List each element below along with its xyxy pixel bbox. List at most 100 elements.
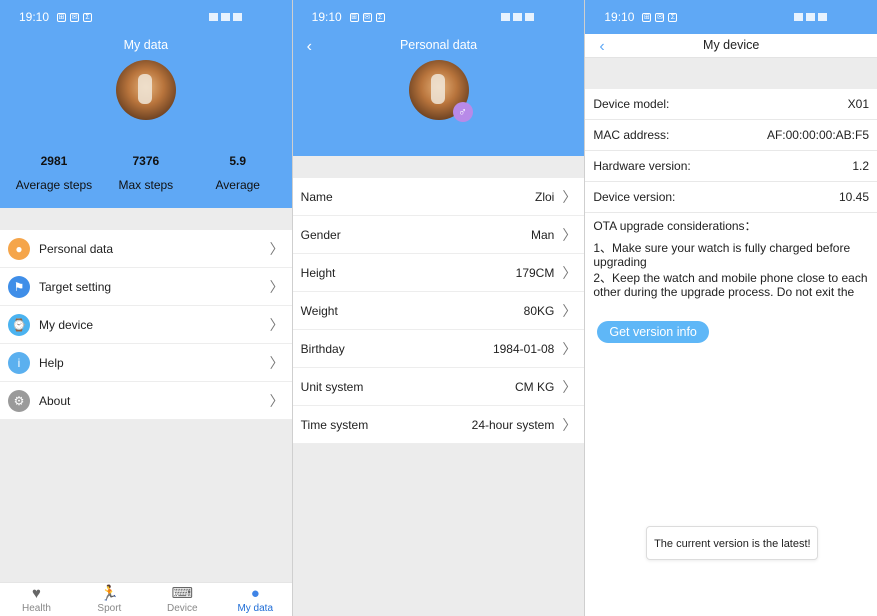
row-label: Device version:	[593, 190, 676, 204]
back-arrow-icon[interactable]: ‹	[307, 38, 312, 56]
row-device-model: Device model: X01	[585, 89, 877, 120]
stats-row: 2981 Average steps 7376 Max steps 5.9 Av…	[0, 154, 292, 192]
row-value: 24-hour system	[471, 417, 555, 432]
row-birthday[interactable]: Birthday 1984-01-08 〉	[292, 330, 585, 368]
menu-item-label: About	[39, 393, 71, 408]
male-gender-icon: ♂	[452, 102, 473, 122]
mail-icon: ✉	[655, 12, 665, 22]
row-label: Birthday	[300, 341, 345, 356]
stat-label: Average steps	[15, 178, 93, 192]
my-data-screen: 19:10 ⊞ ✉ Σ My data 2981 Average steps 737…	[0, 0, 292, 616]
person-icon: ●	[8, 237, 30, 260]
stat-average: 5.9 Average	[192, 154, 284, 192]
signal-icon	[220, 13, 230, 21]
nav-my-data[interactable]: ● My data	[219, 583, 292, 616]
row-value: CM KG	[515, 379, 555, 394]
avatar[interactable]	[115, 60, 176, 120]
nav-device[interactable]: ⌨ Device	[146, 583, 219, 616]
sigma-icon: Σ	[668, 12, 678, 22]
stat-value: 2981	[40, 154, 68, 168]
watch-icon: ⌚	[8, 313, 30, 336]
page-title: Personal data	[399, 38, 478, 52]
nav-health[interactable]: ♥ Health	[0, 583, 73, 616]
menu-item-label: Target setting	[39, 279, 112, 294]
runner-icon: 🏃	[100, 585, 119, 602]
chevron-right-icon: 〉	[562, 188, 577, 205]
chevron-right-icon: 〉	[562, 226, 577, 243]
battery-icon	[818, 13, 828, 21]
row-value: Man	[531, 227, 555, 242]
row-hardware-version: Hardware version: 1.2	[585, 151, 877, 182]
status-time: 19:10	[311, 10, 342, 24]
menu-item-help[interactable]: i Help 〉	[0, 344, 292, 382]
chevron-right-icon: 〉	[269, 278, 284, 295]
flag-icon: ⚑	[8, 275, 30, 298]
wifi-icon	[501, 13, 511, 21]
menu-item-label: My device	[39, 317, 94, 332]
notification-icons: ⊞ ✉ Σ	[642, 12, 678, 22]
battery-icon	[525, 13, 535, 21]
device-icon: ⌨	[171, 585, 194, 602]
sigma-icon: Σ	[375, 12, 385, 22]
row-label: Height	[300, 265, 336, 280]
stat-label: Average	[215, 178, 260, 192]
nav-sport[interactable]: 🏃 Sport	[73, 583, 146, 616]
get-version-info-button[interactable]: Get version info	[597, 321, 709, 343]
stat-label: Max steps	[118, 178, 174, 192]
chevron-right-icon: 〉	[562, 378, 577, 395]
signal-battery-icons	[501, 13, 535, 21]
ota-notes: OTA upgrade considerations： 1、Make sure …	[585, 213, 877, 307]
row-unit-system[interactable]: Unit system CM KG 〉	[292, 368, 585, 406]
chevron-right-icon: 〉	[562, 264, 577, 281]
nav-label: Sport	[97, 603, 122, 614]
nav-label: Device	[167, 603, 198, 614]
row-weight[interactable]: Weight 80KG 〉	[292, 292, 585, 330]
ota-heading: OTA upgrade considerations：	[593, 219, 757, 233]
row-value: 179CM	[515, 265, 555, 280]
signal-icon	[806, 13, 816, 21]
back-arrow-icon[interactable]: ‹	[599, 38, 604, 56]
chevron-right-icon: 〉	[269, 316, 284, 333]
menu-item-target-setting[interactable]: ⚑ Target setting 〉	[0, 268, 292, 306]
menu-item-about[interactable]: ⚙ About 〉	[0, 382, 292, 420]
gallery-icon: ⊞	[642, 12, 652, 22]
row-time-system[interactable]: Time system 24-hour system 〉	[292, 406, 585, 444]
notification-icons: ⊞ ✉ Σ	[349, 12, 385, 22]
page-title: My data	[123, 38, 169, 52]
ota-note-1: 1、Make sure your watch is fully charged …	[593, 241, 851, 269]
avatar[interactable]: ♂	[408, 60, 473, 122]
stat-max-steps: 7376 Max steps	[100, 154, 192, 192]
row-height[interactable]: Height 179CM 〉	[292, 254, 585, 292]
stat-value: 7376	[132, 154, 160, 168]
row-name[interactable]: Name Zloi 〉	[292, 178, 585, 216]
gallery-icon: ⊞	[57, 12, 67, 22]
row-value: X01	[847, 97, 870, 111]
row-label: Device model:	[593, 97, 670, 111]
menu-item-personal-data[interactable]: ● Personal data 〉	[0, 230, 292, 268]
chevron-right-icon: 〉	[562, 302, 577, 319]
status-bar: 19:10 ⊞ ✉ Σ	[293, 0, 585, 34]
row-value: 80KG	[523, 303, 555, 318]
chevron-right-icon: 〉	[269, 240, 284, 257]
gallery-icon: ⊞	[349, 12, 359, 22]
stat-average-steps: 2981 Average steps	[8, 154, 100, 192]
sigma-icon: Σ	[83, 12, 93, 22]
status-bar: 19:10 ⊞ ✉ Σ	[585, 0, 877, 34]
settings-menu: ● Personal data 〉 ⚑ Target setting 〉 ⌚ M…	[0, 230, 292, 420]
section-gap	[585, 58, 877, 89]
row-device-version: Device version: 10.45	[585, 182, 877, 213]
personal-data-header: 19:10 ⊞ ✉ Σ ‹ Personal data ♂	[292, 0, 585, 156]
row-label: Name	[300, 189, 333, 204]
menu-item-my-device[interactable]: ⌚ My device 〉	[0, 306, 292, 344]
menu-item-label: Personal data	[39, 241, 114, 256]
wifi-icon	[208, 13, 218, 21]
personal-data-list: Name Zloi 〉 Gender Man 〉 Height 179CM 〉 Weight…	[292, 178, 585, 444]
toast-message: The current version is the latest!	[646, 526, 819, 560]
signal-icon	[513, 13, 523, 21]
chevron-right-icon: 〉	[269, 354, 284, 371]
chevron-right-icon: 〉	[562, 340, 577, 357]
row-value: 1.2	[852, 159, 870, 173]
page-title: My device	[585, 34, 877, 58]
row-gender[interactable]: Gender Man 〉	[292, 216, 585, 254]
gear-icon: ⚙	[8, 389, 30, 412]
